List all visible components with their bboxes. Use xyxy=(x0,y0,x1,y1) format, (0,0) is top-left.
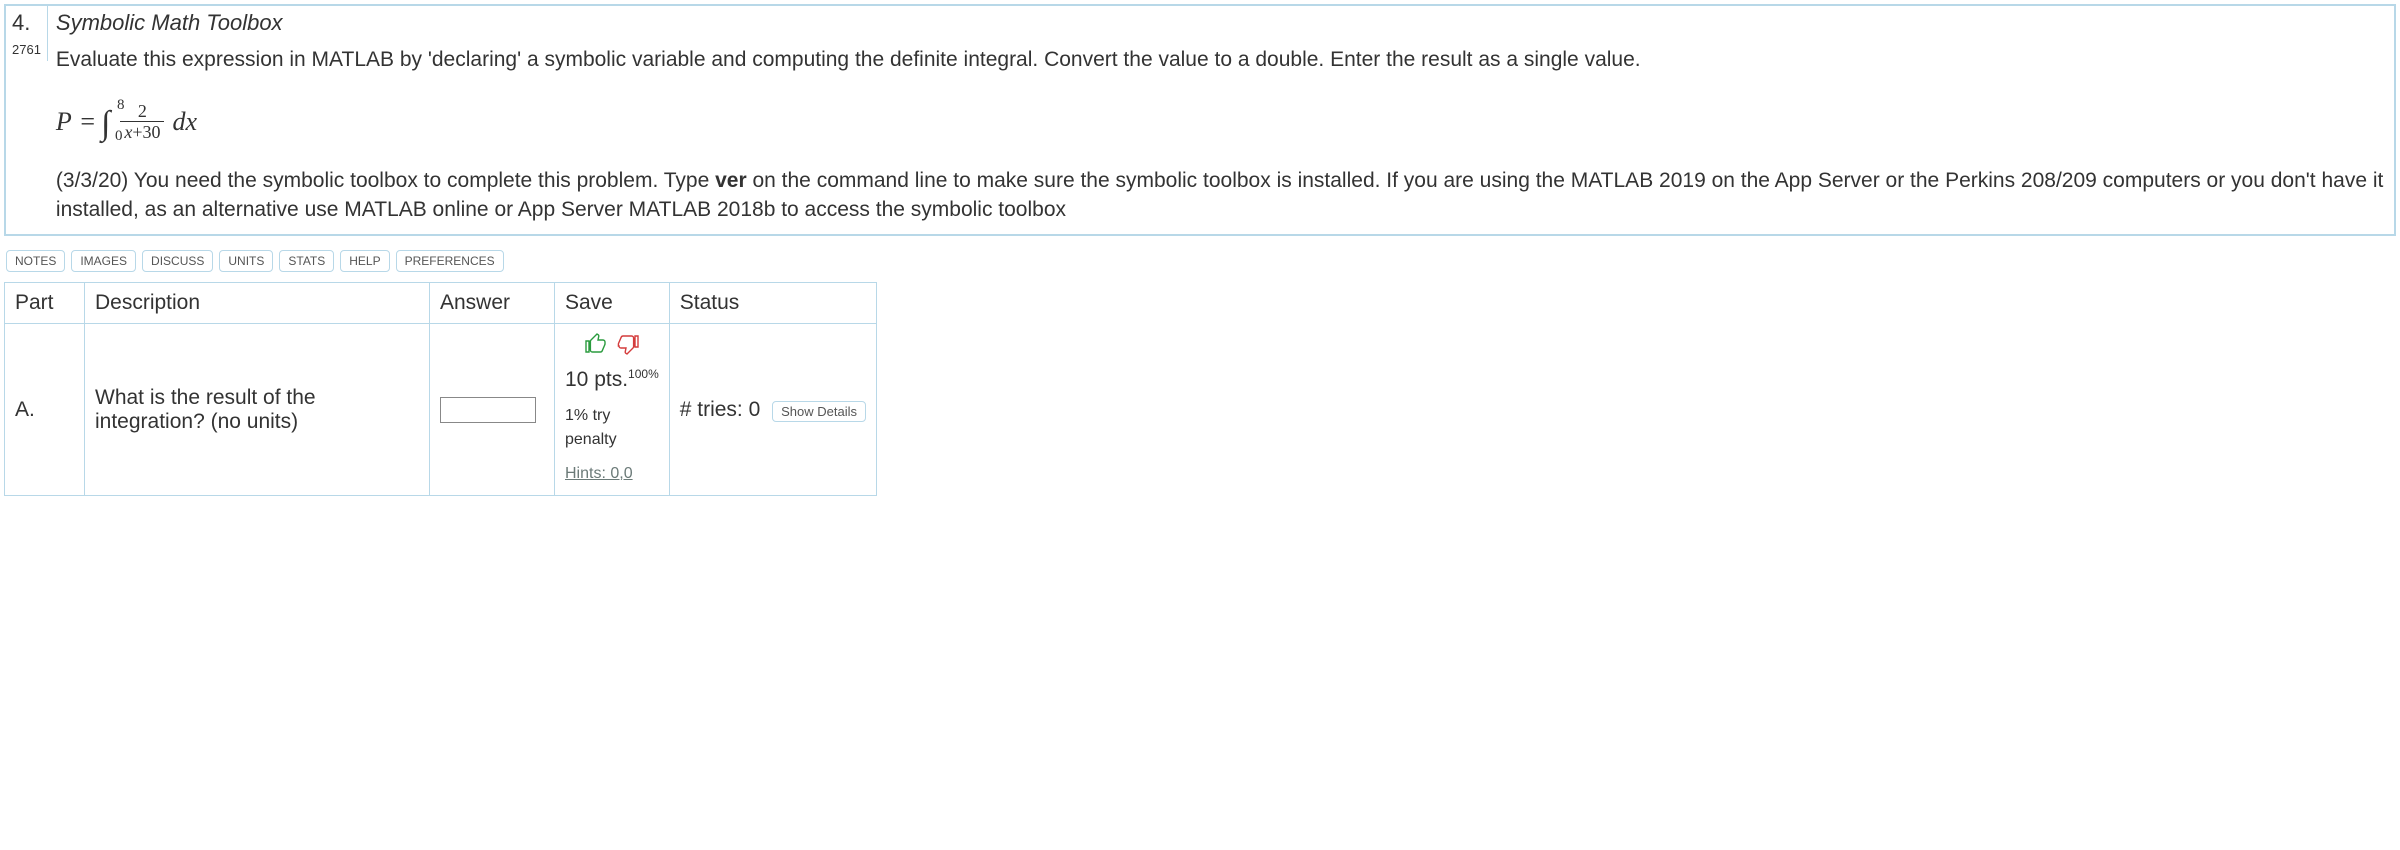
part-description: What is the result of the integration? (… xyxy=(85,324,430,496)
save-cell: 10 pts.100% 1% try penalty Hints: 0,0 xyxy=(555,324,670,496)
question-title: Symbolic Math Toolbox xyxy=(56,10,2386,36)
integral-lower: 0 xyxy=(115,128,123,145)
discuss-button[interactable]: DISCUSS xyxy=(142,250,213,272)
header-description: Description xyxy=(85,283,430,324)
answer-input[interactable] xyxy=(440,397,536,423)
equals-sign: = xyxy=(74,107,95,137)
images-button[interactable]: IMAGES xyxy=(71,250,136,272)
fraction-denominator: x+30 xyxy=(120,121,164,141)
question-body: Symbolic Math Toolbox Evaluate this expr… xyxy=(48,6,2394,234)
fraction-numerator: 2 xyxy=(134,102,151,121)
tab-row: NOTES IMAGES DISCUSS UNITS STATS HELP PR… xyxy=(4,246,2396,276)
hints-link[interactable]: Hints: 0,0 xyxy=(565,462,633,486)
integral-symbol: ∫ 8 0 xyxy=(101,103,110,141)
part-label: A. xyxy=(5,324,85,496)
question-id: 2761 xyxy=(12,42,41,57)
stats-button[interactable]: STATS xyxy=(279,250,334,272)
question-number: 4. xyxy=(12,10,41,36)
units-button[interactable]: UNITS xyxy=(219,250,273,272)
question-note: (3/3/20) You need the symbolic toolbox t… xyxy=(56,167,2386,224)
question-prompt: Evaluate this expression in MATLAB by 'd… xyxy=(56,46,2386,74)
feedback-thumbs xyxy=(565,332,659,356)
points-line: 10 pts.100% xyxy=(565,364,659,396)
help-button[interactable]: HELP xyxy=(340,250,389,272)
header-answer: Answer xyxy=(430,283,555,324)
equation: P = ∫ 8 0 2 x+30 dx xyxy=(56,102,2386,141)
preferences-button[interactable]: PREFERENCES xyxy=(396,250,504,272)
header-save: Save xyxy=(555,283,670,324)
header-part: Part xyxy=(5,283,85,324)
thumbs-down-icon[interactable] xyxy=(615,332,641,356)
table-header-row: Part Description Answer Save Status xyxy=(5,283,877,324)
header-status: Status xyxy=(669,283,876,324)
answer-table: Part Description Answer Save Status A. W… xyxy=(4,282,877,496)
points-percent: 100% xyxy=(628,367,659,381)
show-details-button[interactable]: Show Details xyxy=(772,401,866,422)
question-number-column: 4. 2761 xyxy=(6,6,48,61)
equation-lhs: P xyxy=(56,107,72,137)
status-cell: # tries: 0 Show Details xyxy=(669,324,876,496)
try-penalty: 1% try penalty xyxy=(565,404,659,452)
table-row: A. What is the result of the integration… xyxy=(5,324,877,496)
tries-count: # tries: 0 xyxy=(680,398,761,421)
fraction: 2 x+30 xyxy=(120,102,164,141)
dx: dx xyxy=(172,107,197,137)
thumbs-up-icon[interactable] xyxy=(583,332,609,356)
integral-upper: 8 xyxy=(117,97,125,114)
question-container: 4. 2761 Symbolic Math Toolbox Evaluate t… xyxy=(4,4,2396,236)
answer-cell xyxy=(430,324,555,496)
notes-button[interactable]: NOTES xyxy=(6,250,65,272)
ver-command: ver xyxy=(715,169,747,192)
